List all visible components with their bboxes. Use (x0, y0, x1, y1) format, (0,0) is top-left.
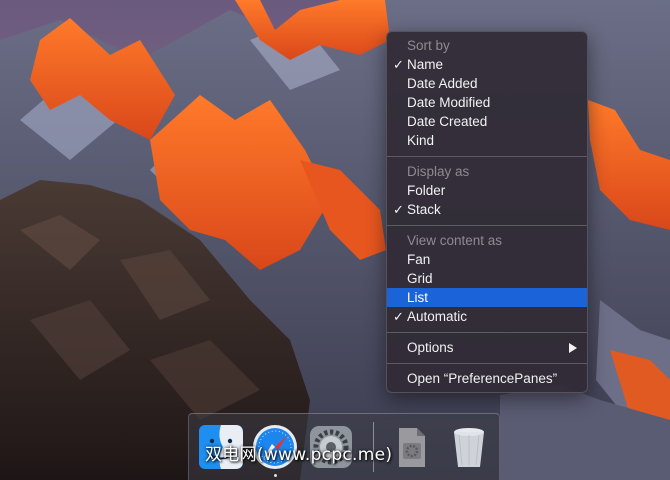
menu-item-options[interactable]: Options (387, 338, 587, 357)
menu-item-view-fan[interactable]: Fan (387, 250, 587, 269)
trash-icon (454, 428, 484, 467)
running-indicator (274, 474, 277, 477)
menu-item-sort-date-created[interactable]: Date Created (387, 112, 587, 131)
dock-stack-context-menu: Sort by ✓ Name Date Added Date Modified … (386, 31, 588, 393)
checkmark-icon: ✓ (393, 57, 404, 72)
menu-item-label: Name (407, 57, 444, 72)
menu-item-sort-date-modified[interactable]: Date Modified (387, 93, 587, 112)
menu-item-view-automatic[interactable]: ✓ Automatic (387, 307, 587, 326)
watermark-text: 双电网(www.pcpc.me) (205, 445, 393, 465)
menu-item-display-folder[interactable]: Folder (387, 181, 587, 200)
menu-item-sort-name[interactable]: ✓ Name (387, 55, 587, 74)
checkmark-icon: ✓ (393, 202, 404, 217)
menu-item-label: Stack (407, 202, 441, 217)
menu-item-open-folder[interactable]: Open “PreferencePanes” (387, 369, 587, 388)
menu-item-view-list[interactable]: List (387, 288, 587, 307)
submenu-arrow-icon (569, 343, 577, 353)
checkmark-icon: ✓ (393, 309, 404, 324)
menu-item-label: Automatic (407, 309, 468, 324)
menu-separator (387, 332, 587, 333)
menu-item-display-stack[interactable]: ✓ Stack (387, 200, 587, 219)
menu-item-sort-kind[interactable]: Kind (387, 131, 587, 150)
view-content-as-header: View content as (407, 233, 503, 248)
menu-separator (387, 363, 587, 364)
menu-separator (387, 156, 587, 157)
document-stack-icon (399, 428, 425, 467)
display-as-header: Display as (407, 164, 470, 179)
menu-item-label: Options (407, 340, 454, 355)
menu-item-view-grid[interactable]: Grid (387, 269, 587, 288)
dock-item-preferencepanes-stack[interactable] (387, 423, 435, 471)
dock-item-trash[interactable] (445, 423, 493, 471)
menu-separator (387, 225, 587, 226)
sort-by-header: Sort by (407, 38, 450, 53)
menu-item-sort-date-added[interactable]: Date Added (387, 74, 587, 93)
